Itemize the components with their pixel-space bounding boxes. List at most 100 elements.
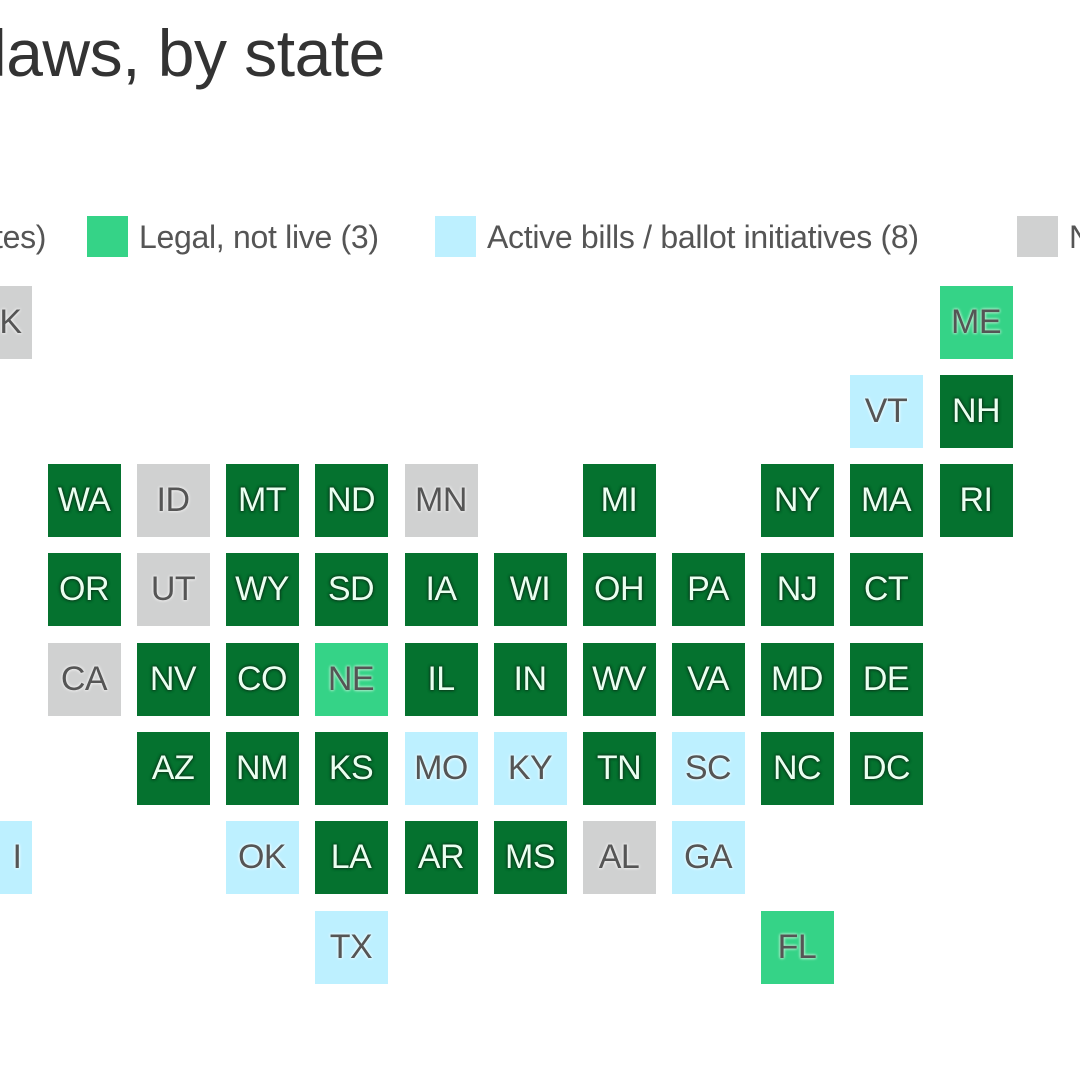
state-tile-ak: K <box>0 285 32 359</box>
state-tile-vt: VT <box>849 374 923 448</box>
state-tile-de: DE <box>849 642 923 716</box>
state-tile-pa: PA <box>671 553 745 627</box>
state-tile-sd: SD <box>314 553 388 627</box>
state-label: OK <box>237 838 287 877</box>
state-tile-al: AL <box>582 821 656 895</box>
state-label: IN <box>513 659 548 698</box>
state-label: IL <box>427 659 455 698</box>
state-label: K <box>0 302 22 341</box>
state-label: AL <box>598 838 640 877</box>
state-tile-ia: IA <box>404 553 478 627</box>
state-tile-ar: AR <box>404 821 478 895</box>
state-label: WV <box>592 659 646 698</box>
state-label: WI <box>509 570 551 609</box>
state-label: SC <box>684 749 732 787</box>
state-tile-co: CO <box>225 642 299 716</box>
state-tile-nv: NV <box>136 642 210 716</box>
state-tile-tx: TX <box>314 910 388 984</box>
state-label: WA <box>57 481 111 520</box>
state-label: OR <box>59 570 110 609</box>
state-label: NY <box>773 481 821 520</box>
state-tile-mn: MN <box>404 464 478 538</box>
state-label: TN <box>596 749 642 787</box>
state-tile-ne: NE <box>314 642 388 716</box>
state-label: DC <box>861 749 911 787</box>
state-tile-oh: OH <box>582 553 656 627</box>
state-label: MS <box>505 838 556 877</box>
state-label: NJ <box>776 570 818 609</box>
state-label: NV <box>149 659 197 698</box>
state-tile-me: ME <box>939 285 1013 359</box>
state-label: SD <box>327 570 375 609</box>
state-label: ID <box>156 481 191 520</box>
state-tile-ky: KY <box>493 732 567 805</box>
state-label: MN <box>415 481 467 520</box>
state-label: MD <box>771 659 823 698</box>
state-label: MO <box>414 749 468 787</box>
state-tile-ny: NY <box>760 464 834 538</box>
state-label: MT <box>237 481 287 520</box>
state-label: KS <box>328 749 374 787</box>
state-tile-nh: NH <box>939 374 1013 448</box>
state-tile-ct: CT <box>849 553 923 627</box>
state-label: ND <box>326 481 376 520</box>
state-label: ME <box>951 302 1002 341</box>
state-tile-or: OR <box>47 553 121 627</box>
state-label: I <box>12 838 22 877</box>
state-label: CT <box>863 570 909 609</box>
state-tile-mt: MT <box>225 464 299 538</box>
state-label: MI <box>600 481 638 520</box>
state-label: NH <box>951 391 1001 430</box>
state-tile-va: VA <box>671 642 745 716</box>
state-label: LA <box>330 838 372 877</box>
state-tile-fl: FL <box>760 910 834 984</box>
state-tile-nd: ND <box>314 464 388 538</box>
state-tile-il: IL <box>404 642 478 716</box>
state-label: CA <box>60 659 108 698</box>
state-tile-tn: TN <box>582 732 656 805</box>
state-tile-ok: OK <box>225 821 299 895</box>
state-label: AZ <box>151 749 195 787</box>
state-tile-grid: K ME VT NH WA ID MT ND MN MI NY MA RI OR UT WY SD IA WI OH P… <box>0 0 1080 1080</box>
state-tile-ms: MS <box>493 821 567 895</box>
state-tile-wy: WY <box>225 553 299 627</box>
state-label: NM <box>236 749 288 787</box>
state-label: NC <box>772 749 822 787</box>
state-label: CO <box>237 659 288 698</box>
state-tile-ut: UT <box>136 553 210 627</box>
state-label: GA <box>683 838 733 877</box>
state-tile-dc: DC <box>849 732 923 805</box>
state-tile-nc: NC <box>760 732 834 805</box>
state-tile-nj: NJ <box>760 553 834 627</box>
state-tile-az: AZ <box>136 732 210 805</box>
state-tile-wa: WA <box>47 464 121 538</box>
state-label: UT <box>150 570 196 609</box>
state-tile-md: MD <box>760 642 834 716</box>
state-tile-id: ID <box>136 464 210 538</box>
state-tile-in: IN <box>493 642 567 716</box>
state-tile-la: LA <box>314 821 388 895</box>
state-tile-ri: RI <box>939 464 1013 538</box>
state-label: VT <box>864 391 908 430</box>
state-label: TX <box>329 927 373 966</box>
state-label: DE <box>862 659 910 698</box>
state-tile-ma: MA <box>849 464 923 538</box>
state-tile-nm: NM <box>225 732 299 805</box>
state-tile-wv: WV <box>582 642 656 716</box>
state-tile-mo: MO <box>404 732 478 805</box>
state-tile-ga: GA <box>671 821 745 895</box>
state-label: WY <box>235 570 289 609</box>
state-label: RI <box>959 481 994 520</box>
state-label: IA <box>425 570 457 609</box>
state-tile-mi: MI <box>582 464 656 538</box>
state-label: MA <box>861 481 912 520</box>
state-label: KY <box>507 749 553 787</box>
state-tile-wi: WI <box>493 553 567 627</box>
state-tile-ks: KS <box>314 732 388 805</box>
state-label: FL <box>777 927 817 966</box>
state-label: AR <box>417 838 465 877</box>
state-tile-ca: CA <box>47 642 121 716</box>
state-label: PA <box>687 570 729 609</box>
state-label: OH <box>594 570 645 609</box>
state-tile-sc: SC <box>671 732 745 805</box>
